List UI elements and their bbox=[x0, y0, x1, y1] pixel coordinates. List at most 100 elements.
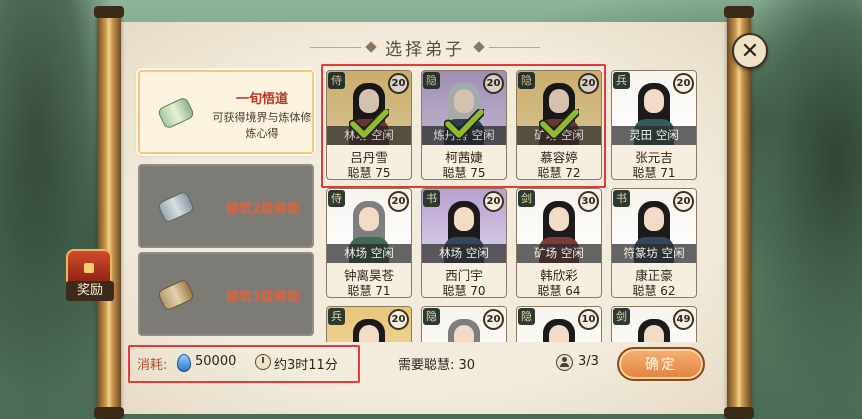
disciple-card[interactable]: 兵 20 bbox=[326, 306, 412, 342]
disciple-level-badge: 20 bbox=[388, 309, 409, 330]
scroll-rod-left bbox=[94, 6, 124, 419]
task-lock-text: 建筑3级解锁 bbox=[225, 290, 301, 305]
treasure-chest-icon bbox=[66, 249, 112, 285]
disciple-wisdom: 聪慧 62 bbox=[632, 284, 676, 298]
disciple-portrait: 书 20 林场 空闲 bbox=[422, 189, 506, 263]
disciple-portrait: 隐 20 bbox=[422, 307, 506, 342]
disciple-card[interactable]: 隐 10 bbox=[516, 306, 602, 342]
disciple-card[interactable]: 隐 20 炼丹房 空闲 柯茜婕 聪慧 75 bbox=[421, 70, 507, 180]
check-icon bbox=[349, 109, 389, 139]
close-button[interactable]: ✕ bbox=[732, 33, 768, 69]
disciple-wisdom: 聪慧 71 bbox=[347, 284, 391, 298]
disciple-wisdom: 聪慧 71 bbox=[632, 166, 676, 180]
title-ornament-right bbox=[473, 41, 485, 53]
disciple-type-badge: 兵 bbox=[613, 72, 630, 89]
disciple-level-badge: 10 bbox=[578, 309, 599, 330]
task-description: 可获得境界与炼体修炼心得 bbox=[212, 111, 312, 140]
disciple-portrait: 侍 20 林场 空闲 bbox=[327, 71, 411, 145]
title-line-right bbox=[489, 46, 540, 48]
disciple-status: 炼丹房 空闲 bbox=[422, 126, 506, 145]
person-icon bbox=[556, 354, 573, 371]
disciple-status: 矿场 空闲 bbox=[517, 244, 601, 263]
reward-button[interactable]: 奖励 bbox=[60, 245, 120, 307]
disciple-level-badge: 20 bbox=[388, 191, 409, 212]
selected-count: 3/3 bbox=[578, 354, 599, 369]
title-bar: 选择弟子 bbox=[310, 34, 540, 60]
disciple-level-badge: 20 bbox=[483, 191, 504, 212]
disciple-wisdom: 聪慧 64 bbox=[537, 284, 581, 298]
disciple-status: 符篆坊 空闲 bbox=[612, 244, 696, 263]
task-item-active[interactable]: 一旬悟道 可获得境界与炼体修炼心得 bbox=[138, 70, 314, 154]
disciple-portrait: 兵 20 灵田 空闲 bbox=[612, 71, 696, 145]
disciple-level-badge: 20 bbox=[673, 191, 694, 212]
disciple-figure bbox=[444, 317, 484, 342]
disciple-level-badge: 20 bbox=[483, 309, 504, 330]
disciple-type-badge: 剑 bbox=[613, 308, 630, 325]
disciple-level-badge: 20 bbox=[673, 73, 694, 94]
disciple-card[interactable]: 书 20 符篆坊 空闲 康正豪 聪慧 62 bbox=[611, 188, 697, 298]
disciple-card[interactable]: 剑 30 矿场 空闲 韩欣彩 聪慧 64 bbox=[516, 188, 602, 298]
cost-value: 50000 bbox=[195, 354, 237, 369]
disciple-card[interactable]: 书 20 林场 空闲 西门宇 聪慧 70 bbox=[421, 188, 507, 298]
disciple-card[interactable]: 侍 20 林场 空闲 吕丹雪 聪慧 75 bbox=[326, 70, 412, 180]
task-lock-text: 建筑2级解锁 bbox=[225, 202, 301, 217]
disciple-card[interactable]: 兵 20 灵田 空闲 张元吉 聪慧 71 bbox=[611, 70, 697, 180]
disciple-level-badge: 20 bbox=[578, 73, 599, 94]
disciple-portrait: 剑 30 矿场 空闲 bbox=[517, 189, 601, 263]
task-name: 一旬悟道 bbox=[235, 92, 288, 107]
disciple-portrait: 隐 10 bbox=[517, 307, 601, 342]
reward-label: 奖励 bbox=[66, 281, 114, 301]
disciple-wisdom: 聪慧 75 bbox=[347, 166, 391, 180]
scroll-icon bbox=[156, 188, 196, 228]
time-value: 约3时11分 bbox=[274, 358, 338, 373]
disciple-figure bbox=[444, 81, 484, 145]
disciple-status: 灵田 空闲 bbox=[612, 126, 696, 145]
cost-label: 消耗: bbox=[137, 358, 168, 373]
disciple-card[interactable]: 隐 20 bbox=[421, 306, 507, 342]
disciple-wisdom: 聪慧 72 bbox=[537, 166, 581, 180]
disciple-portrait: 隐 20 炼丹房 空闲 bbox=[422, 71, 506, 145]
disciple-type-badge: 侍 bbox=[328, 72, 345, 89]
confirm-button[interactable]: 确定 bbox=[617, 347, 705, 381]
disciple-level-badge: 49 bbox=[673, 309, 694, 330]
disciple-figure bbox=[634, 317, 674, 342]
clock-icon bbox=[255, 354, 271, 370]
disciple-level-badge: 20 bbox=[483, 73, 504, 94]
disciple-status: 林场 空闲 bbox=[327, 126, 411, 145]
scroll-icon bbox=[156, 276, 196, 316]
disciple-card[interactable]: 剑 49 bbox=[611, 306, 697, 342]
disciple-level-badge: 30 bbox=[578, 191, 599, 212]
disciple-status: 林场 空闲 bbox=[422, 244, 506, 263]
required-wisdom-label: 需要聪慧: 30 bbox=[398, 358, 476, 373]
disciple-type-badge: 兵 bbox=[328, 308, 345, 325]
disciple-level-badge: 20 bbox=[388, 73, 409, 94]
disciple-grid[interactable]: 侍 20 林场 空闲 吕丹雪 聪慧 75 隐 20 炼丹房 空闲 柯茜婕 聪慧 75 隐 20 矿场 空… bbox=[326, 70, 698, 342]
disciple-wisdom: 聪慧 70 bbox=[442, 284, 486, 298]
disciple-card[interactable]: 侍 20 林场 空闲 钟离昊苍 聪慧 71 bbox=[326, 188, 412, 298]
disciple-status: 林场 空闲 bbox=[327, 244, 411, 263]
check-icon bbox=[539, 109, 579, 139]
disciple-card[interactable]: 隐 20 矿场 空闲 慕容婷 聪慧 72 bbox=[516, 70, 602, 180]
disciple-wisdom: 聪慧 75 bbox=[442, 166, 486, 180]
page-title: 选择弟子 bbox=[385, 39, 465, 60]
disciple-figure bbox=[539, 81, 579, 145]
title-ornament-left bbox=[365, 41, 377, 53]
disciple-portrait: 兵 20 bbox=[327, 307, 411, 342]
disciple-portrait: 侍 20 林场 空闲 bbox=[327, 189, 411, 263]
spirit-stone-icon bbox=[177, 354, 191, 372]
disciple-type-badge: 隐 bbox=[423, 72, 440, 89]
disciple-type-badge: 隐 bbox=[518, 72, 535, 89]
check-icon bbox=[444, 109, 484, 139]
disciple-type-badge: 剑 bbox=[518, 190, 535, 207]
disciple-portrait: 剑 49 bbox=[612, 307, 696, 342]
disciple-figure bbox=[349, 81, 389, 145]
task-item-locked-3[interactable]: 建筑3级解锁 bbox=[138, 252, 314, 336]
disciple-type-badge: 侍 bbox=[328, 190, 345, 207]
disciple-portrait: 书 20 符篆坊 空闲 bbox=[612, 189, 696, 263]
task-item-locked-2[interactable]: 建筑2级解锁 bbox=[138, 164, 314, 248]
disciple-portrait: 隐 20 矿场 空闲 bbox=[517, 71, 601, 145]
disciple-type-badge: 隐 bbox=[423, 308, 440, 325]
disciple-type-badge: 书 bbox=[613, 190, 630, 207]
disciple-figure bbox=[539, 317, 579, 342]
disciple-status: 矿场 空闲 bbox=[517, 126, 601, 145]
